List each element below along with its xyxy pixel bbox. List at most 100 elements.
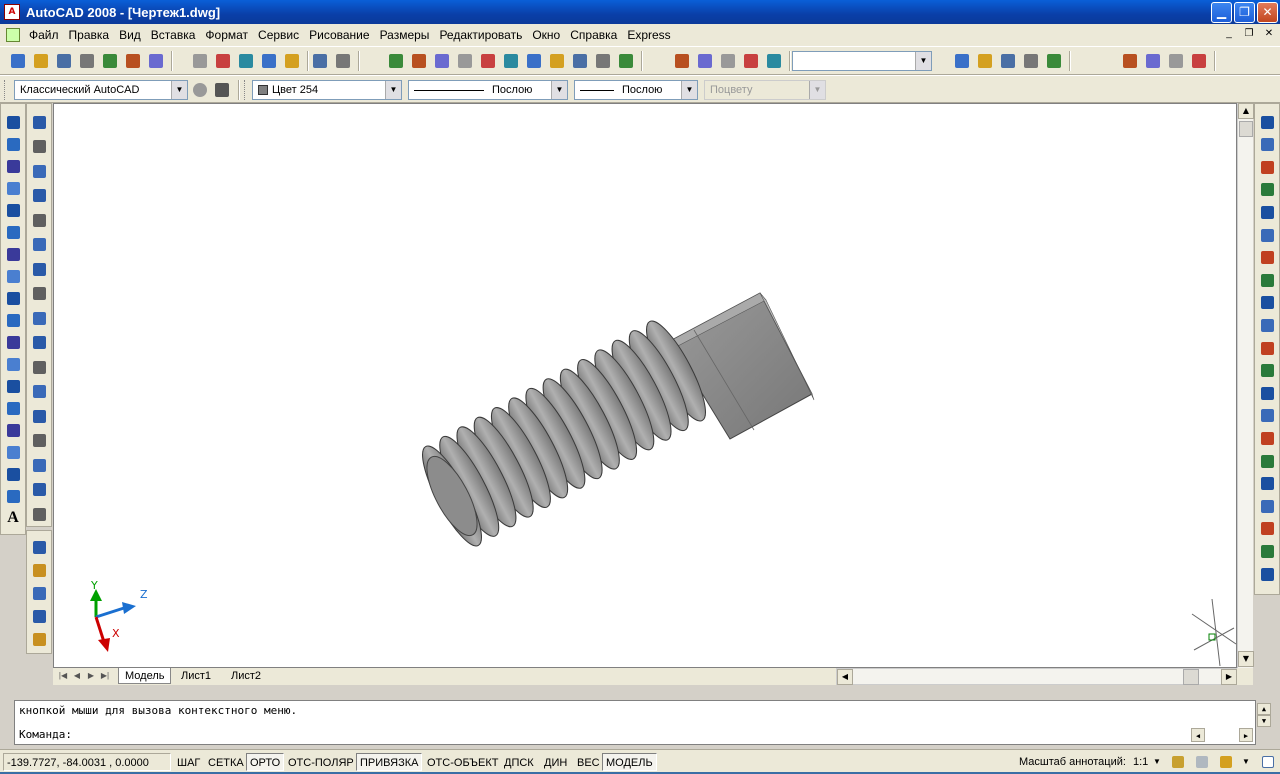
snap-insert-button[interactable]: [29, 406, 49, 426]
tab-next-icon[interactable]: ▶: [85, 669, 97, 683]
stretch-button[interactable]: [1257, 293, 1277, 313]
block-editor-button[interactable]: [282, 51, 302, 71]
continuous-orbit-button[interactable]: [1166, 51, 1186, 71]
ellipse-button[interactable]: [3, 310, 23, 330]
new-button[interactable]: [8, 51, 28, 71]
status-toggle-4[interactable]: ОТС-ПОЛЯР: [284, 753, 358, 771]
maximize-button[interactable]: ❐: [1234, 2, 1255, 23]
close-button[interactable]: ✕: [1257, 2, 1278, 23]
annotation-visibility-button[interactable]: [1168, 752, 1188, 772]
rectangle-button[interactable]: [3, 200, 23, 220]
undo-button[interactable]: [310, 51, 330, 71]
my-workspace-button[interactable]: [212, 80, 232, 100]
toolbar-grip[interactable]: [244, 80, 247, 100]
model-viewport[interactable]: Y Z X: [54, 104, 1238, 669]
pan-3d-button[interactable]: [672, 51, 692, 71]
annotation-scale-arrow-icon[interactable]: ▼: [1153, 753, 1161, 771]
fillet-button[interactable]: [1257, 451, 1277, 471]
dim-update-button[interactable]: [29, 629, 49, 649]
scale-button[interactable]: [1257, 270, 1277, 290]
extend-button[interactable]: [1257, 338, 1277, 358]
menu-edit[interactable]: Правка: [64, 28, 115, 42]
help-button[interactable]: [616, 51, 636, 71]
circle-button[interactable]: [3, 244, 23, 264]
spline-button[interactable]: [3, 288, 23, 308]
draworder-front-button[interactable]: [1257, 496, 1277, 516]
rotate-button[interactable]: [1257, 248, 1277, 268]
snap-endpoint-button[interactable]: [29, 161, 49, 181]
draworder-above-button[interactable]: [1257, 541, 1277, 561]
break-point-button[interactable]: [1257, 361, 1277, 381]
design-center-button[interactable]: [501, 51, 521, 71]
array-button[interactable]: [1257, 202, 1277, 222]
markup-button[interactable]: [570, 51, 590, 71]
quickcalc-button[interactable]: [593, 51, 613, 71]
snap-none-button[interactable]: [29, 480, 49, 500]
tab-layout1[interactable]: Лист1: [175, 668, 217, 684]
ucs-button[interactable]: [952, 51, 972, 71]
command-scroll-down-button[interactable]: ▼: [1257, 715, 1271, 727]
snap-settings-button[interactable]: [29, 504, 49, 524]
status-toggle-8[interactable]: ДИН: [540, 753, 571, 771]
point-button[interactable]: [3, 398, 23, 418]
scroll-thumb[interactable]: [1239, 121, 1253, 137]
snap-center-button[interactable]: [29, 284, 49, 304]
status-toggle-6[interactable]: ОТС-ОБЪЕКТ: [423, 753, 502, 771]
revision-cloud-button[interactable]: [3, 266, 23, 286]
menu-insert[interactable]: Вставка: [146, 28, 201, 42]
publish-button[interactable]: [123, 51, 143, 71]
save-button[interactable]: [54, 51, 74, 71]
properties-button[interactable]: [478, 51, 498, 71]
menu-file[interactable]: Файл: [24, 28, 64, 42]
zoom-realtime-button[interactable]: [409, 51, 429, 71]
chamfer-button[interactable]: [1257, 428, 1277, 448]
ellipse-arc-button[interactable]: [3, 332, 23, 352]
menu-help[interactable]: Справка: [565, 28, 622, 42]
view-combo[interactable]: ▼: [792, 51, 932, 71]
autocad-app-icon[interactable]: A: [4, 4, 20, 20]
tool-palettes-button[interactable]: [524, 51, 544, 71]
command-window[interactable]: кнопкой мыши для вызова контекстного мен…: [14, 700, 1271, 745]
minimize-button[interactable]: ▁: [1211, 2, 1232, 23]
vertical-scrollbar[interactable]: ▲ ▼: [1237, 103, 1254, 668]
move-button[interactable]: [1257, 225, 1277, 245]
scroll-left-button[interactable]: ◀: [837, 669, 853, 685]
menu-modify[interactable]: Редактировать: [434, 28, 527, 42]
status-toggle-9[interactable]: ВЕС: [573, 753, 604, 771]
document-menu-icon[interactable]: [6, 28, 20, 42]
tab-prev-icon[interactable]: ◀: [71, 669, 83, 683]
copy-button[interactable]: [213, 51, 233, 71]
clean-screen-button[interactable]: [1258, 752, 1278, 772]
menu-express[interactable]: Express: [622, 28, 675, 42]
status-menu-arrow-icon[interactable]: ▼: [1242, 753, 1250, 771]
set-screw-model[interactable]: [412, 292, 815, 552]
free-orbit-button[interactable]: [1143, 51, 1163, 71]
walk-button[interactable]: [741, 51, 761, 71]
snap-quadrant-button[interactable]: [29, 308, 49, 328]
coordinates-display[interactable]: -139.7727, -84.0031 , 0.0000: [3, 753, 171, 771]
camera-button[interactable]: [1189, 51, 1209, 71]
polygon-button[interactable]: [3, 178, 23, 198]
snap-extension-button[interactable]: [29, 259, 49, 279]
construction-line-button[interactable]: [3, 134, 23, 154]
scroll-up-button[interactable]: ▲: [1238, 103, 1254, 119]
tab-first-icon[interactable]: |◀: [57, 669, 69, 683]
pan-button[interactable]: [386, 51, 406, 71]
menu-window[interactable]: Окно: [527, 28, 565, 42]
menu-dimension[interactable]: Размеры: [375, 28, 435, 42]
snap-parallel-button[interactable]: [29, 382, 49, 402]
annotation-autoscale-button[interactable]: [1192, 752, 1212, 772]
tab-layout2[interactable]: Лист2: [225, 668, 267, 684]
status-toggle-3[interactable]: ОРТО: [246, 753, 285, 771]
scroll-down-button[interactable]: ▼: [1238, 651, 1254, 667]
status-toggle-1[interactable]: ШАГ: [173, 753, 204, 771]
command-hscroll-left-button[interactable]: ◀: [1191, 728, 1205, 742]
box-button[interactable]: [975, 51, 995, 71]
break-button[interactable]: [1257, 383, 1277, 403]
color-select[interactable]: Цвет 254 ▼: [252, 80, 402, 100]
menu-tools[interactable]: Сервис: [253, 28, 304, 42]
polyline-button[interactable]: [3, 156, 23, 176]
scroll-right-button[interactable]: ▶: [1221, 669, 1237, 685]
render-button[interactable]: [1044, 51, 1064, 71]
materials-button[interactable]: [1120, 51, 1140, 71]
